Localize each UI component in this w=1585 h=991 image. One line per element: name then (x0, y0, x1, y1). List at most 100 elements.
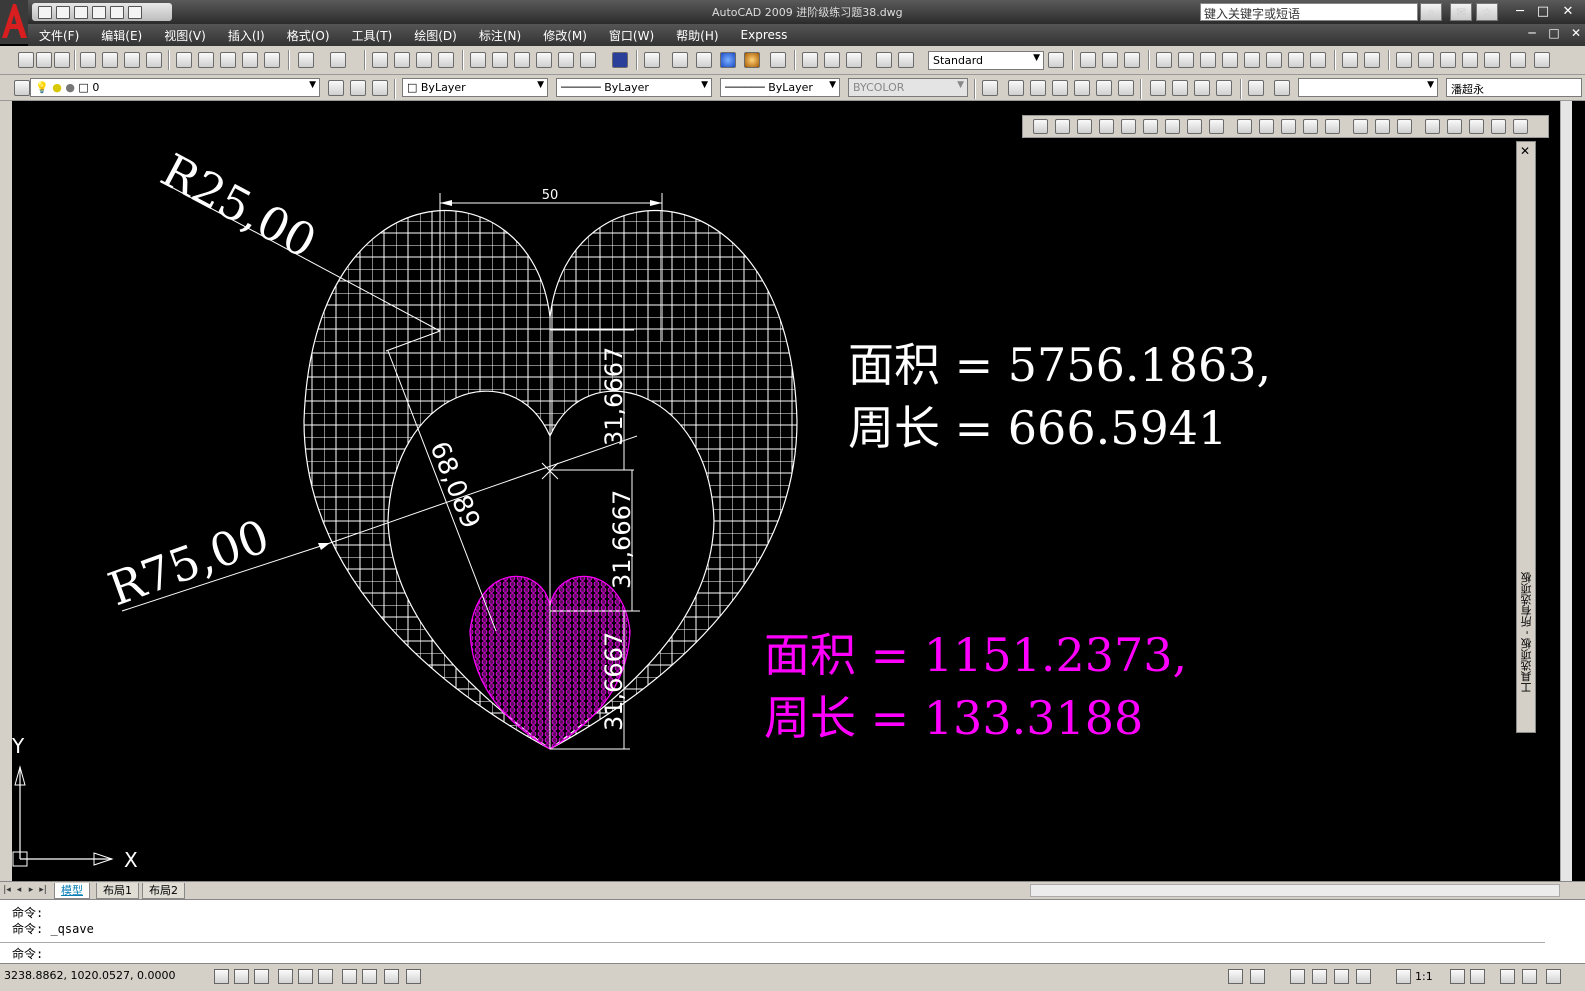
union-icon[interactable] (1353, 119, 1368, 134)
view-select[interactable]: ▼ (1298, 78, 1438, 97)
menu-modify[interactable]: 修改(M) (532, 27, 598, 44)
annotation-scale-value[interactable]: 1:1 (1415, 970, 1433, 983)
new-icon[interactable] (38, 5, 52, 19)
pan-icon[interactable] (372, 52, 388, 68)
search-input[interactable]: 键入关键字或短语 (1200, 3, 1418, 21)
3d-tool-1-icon[interactable] (1080, 52, 1096, 68)
3d-array-icon[interactable] (1491, 119, 1506, 134)
model-space-icon[interactable] (1228, 969, 1243, 984)
plot-icon[interactable] (80, 52, 96, 68)
save-icon[interactable] (74, 5, 88, 19)
modify-6-icon[interactable] (1266, 52, 1282, 68)
print-icon[interactable] (92, 5, 106, 19)
multileader-icon[interactable] (876, 52, 892, 68)
redo-icon[interactable] (128, 5, 142, 19)
loft-icon[interactable] (1325, 119, 1340, 134)
design-center-icon[interactable] (492, 52, 508, 68)
search-icon[interactable]: ⌕ (1420, 3, 1442, 21)
open-icon[interactable] (56, 5, 70, 19)
menu-file[interactable]: 文件(F) (28, 27, 90, 44)
render-2-icon[interactable] (696, 52, 712, 68)
tab-layout2[interactable]: 布局2 (142, 883, 185, 899)
menu-edit[interactable]: 编辑(E) (90, 27, 153, 44)
render-sphere-icon[interactable] (744, 52, 760, 68)
clean-screen-icon[interactable] (1546, 969, 1561, 984)
presspull-icon[interactable] (1259, 119, 1274, 134)
visual-style-1-icon[interactable] (1150, 80, 1166, 96)
open-file-icon[interactable] (36, 52, 52, 68)
pan-status-icon[interactable] (1290, 969, 1305, 984)
menu-view[interactable]: 视图(V) (153, 27, 217, 44)
modify-9-icon[interactable] (1342, 52, 1358, 68)
view-top-icon[interactable] (1008, 80, 1024, 96)
next-tab-icon[interactable]: ▸ (26, 884, 36, 896)
lock-icon[interactable] (1522, 969, 1537, 984)
undo-icon[interactable] (110, 5, 124, 19)
modify-14-icon[interactable] (1462, 52, 1478, 68)
favorites-icon[interactable]: ☆ (1476, 3, 1498, 21)
view-front-icon[interactable] (1096, 80, 1112, 96)
palette-close-icon[interactable]: ✕ (1520, 144, 1530, 158)
cut-icon[interactable] (176, 52, 192, 68)
modify-11-icon[interactable] (1396, 52, 1412, 68)
intersect-icon[interactable] (1397, 119, 1412, 134)
showmotion-icon[interactable] (1356, 969, 1371, 984)
layer-manager-icon[interactable] (14, 80, 30, 96)
menu-format[interactable]: 格式(O) (276, 27, 341, 44)
close-button[interactable]: ✕ (1558, 3, 1578, 21)
modify-4-icon[interactable] (1222, 52, 1238, 68)
maximize-button[interactable]: □ (1533, 3, 1553, 21)
publish-icon[interactable] (124, 52, 140, 68)
ducs-icon[interactable] (342, 969, 357, 984)
quick-properties-icon[interactable] (406, 969, 421, 984)
ortho-icon[interactable] (254, 969, 269, 984)
doc-close-button[interactable]: ✕ (1567, 26, 1585, 44)
tool-palette[interactable]: ✕ 工具选项板 - 所有选项板 (1516, 141, 1536, 733)
modify-13-icon[interactable] (1440, 52, 1456, 68)
view-bottom-icon[interactable] (1030, 80, 1046, 96)
quick-view-layouts-icon[interactable] (1250, 969, 1265, 984)
polar-icon[interactable] (278, 969, 293, 984)
extrude-icon[interactable] (1237, 119, 1252, 134)
modify-10-icon[interactable] (1364, 52, 1380, 68)
make-current-layer-icon[interactable] (328, 80, 344, 96)
vertical-scrollbar[interactable] (1560, 101, 1572, 881)
drawing-canvas[interactable]: 50 R25,00 R75,00 68,089 31,6667 31,6667 … (12, 101, 1560, 881)
workspace-icon[interactable] (1500, 969, 1515, 984)
cone-icon[interactable] (1077, 119, 1092, 134)
camera-icon[interactable] (770, 52, 786, 68)
modify-17-icon[interactable] (1534, 52, 1550, 68)
3d-rotate-icon[interactable] (1447, 119, 1462, 134)
zoom-previous-icon[interactable] (438, 52, 454, 68)
menu-tools[interactable]: 工具(T) (341, 27, 404, 44)
modify-12-icon[interactable] (1418, 52, 1434, 68)
modify-3-icon[interactable] (1200, 52, 1216, 68)
box-icon[interactable] (1033, 119, 1048, 134)
view-left-icon[interactable] (1052, 80, 1068, 96)
markup-icon[interactable] (558, 52, 574, 68)
menu-insert[interactable]: 插入(I) (217, 27, 276, 44)
brush-icon[interactable] (1048, 52, 1064, 68)
color-select[interactable]: □ ByLayer ▼ (402, 78, 548, 97)
properties-icon[interactable] (470, 52, 486, 68)
minimize-button[interactable]: ─ (1510, 3, 1530, 21)
save-file-icon[interactable] (54, 52, 70, 68)
layer-previous-icon[interactable] (350, 80, 366, 96)
command-input[interactable]: 命令: (0, 942, 1545, 962)
block-editor-icon[interactable] (264, 52, 280, 68)
menu-dimension[interactable]: 标注(N) (468, 27, 532, 44)
revolve-icon[interactable] (1303, 119, 1318, 134)
qnew-icon[interactable] (18, 52, 34, 68)
multileader-style-icon[interactable] (898, 52, 914, 68)
communication-center-icon[interactable]: ✉ (1450, 3, 1472, 21)
modify-7-icon[interactable] (1288, 52, 1304, 68)
zoom-status-icon[interactable] (1312, 969, 1327, 984)
dim-radius-icon[interactable] (846, 52, 862, 68)
tool-palettes-icon[interactable] (514, 52, 530, 68)
zoom-realtime-icon[interactable] (394, 52, 410, 68)
menu-help[interactable]: 帮助(H) (665, 27, 729, 44)
tab-model[interactable]: 模型 (54, 883, 90, 899)
sweep-icon[interactable] (1281, 119, 1296, 134)
doc-minimize-button[interactable]: ─ (1523, 26, 1541, 44)
view-back-icon[interactable] (1118, 80, 1134, 96)
